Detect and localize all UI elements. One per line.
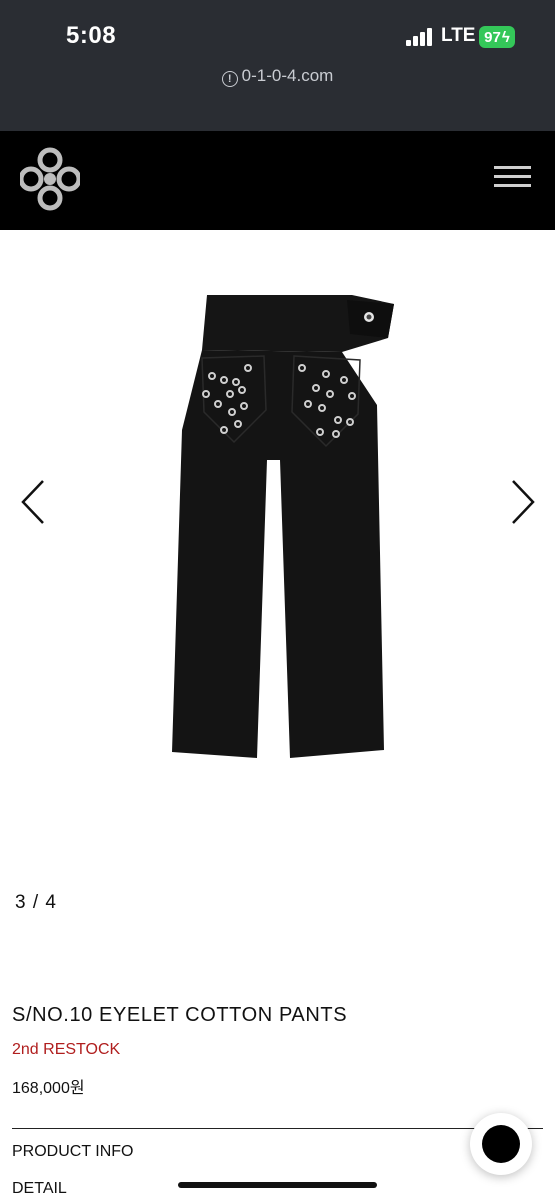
brand-logo-icon[interactable]	[20, 146, 80, 212]
network-type: LTE	[441, 25, 476, 46]
address-bar[interactable]: ! 0-1-0-4.com	[0, 66, 555, 87]
floating-action-button[interactable]	[470, 1113, 532, 1175]
chevron-right-icon[interactable]	[510, 478, 536, 526]
battery-icon: 97 ϟ	[479, 26, 515, 48]
gallery-counter: 3 / 4	[15, 892, 57, 913]
hamburger-menu-icon[interactable]	[494, 166, 532, 188]
home-indicator	[178, 1182, 377, 1188]
restock-badge: 2nd RESTOCK	[12, 1041, 121, 1058]
chevron-left-icon[interactable]	[20, 478, 46, 526]
product-info-toggle[interactable]: PRODUCT INFO	[12, 1143, 133, 1161]
status-time: 5:08	[66, 22, 117, 49]
info-icon: !	[221, 71, 238, 87]
battery-level: 97	[484, 28, 501, 46]
url-text: 0-1-0-4.com	[241, 66, 334, 85]
divider	[12, 1128, 543, 1129]
product-name: S/NO.10 EYELET COTTON PANTS	[12, 1004, 348, 1026]
site-header	[0, 131, 555, 230]
product-image	[172, 295, 394, 758]
charging-bolt-icon: ϟ	[501, 28, 510, 46]
detail-toggle[interactable]: DETAIL	[12, 1180, 67, 1198]
product-price: 168,000원	[12, 1080, 85, 1097]
status-bar: 5:08 LTE 97 ϟ ! 0-1-0-4.com	[0, 0, 555, 131]
cellular-signal-icon	[406, 28, 434, 46]
